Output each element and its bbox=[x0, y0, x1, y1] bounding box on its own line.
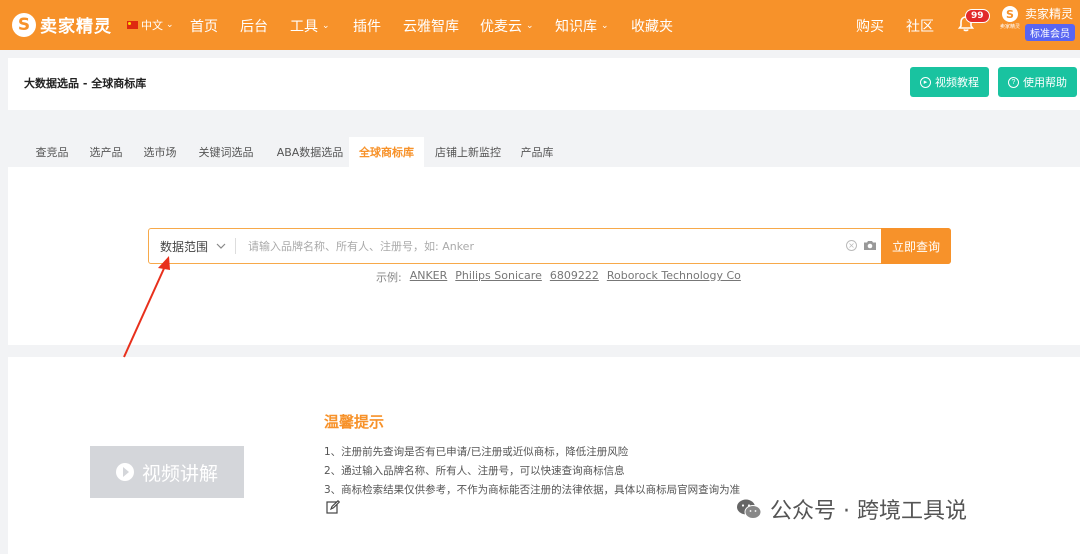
nav-knowledge-base-label: 知识库 bbox=[555, 19, 597, 35]
wechat-icon bbox=[737, 499, 762, 519]
help-circle-icon: ? bbox=[1008, 76, 1019, 88]
watermark: 公众号 · 跨境工具说 bbox=[736, 493, 967, 525]
tab-label: 关键词选品 bbox=[198, 146, 254, 159]
nav-backend[interactable]: 后台 bbox=[240, 16, 268, 36]
watermark-text: 公众号 · 跨境工具说 bbox=[770, 499, 967, 524]
edit-icon[interactable] bbox=[326, 500, 340, 514]
video-tutorial-button[interactable]: ▸ 视频教程 bbox=[910, 67, 989, 97]
nav-community-label: 社区 bbox=[906, 19, 934, 35]
nav-backend-label: 后台 bbox=[240, 19, 268, 35]
nav-favorites[interactable]: 收藏夹 bbox=[631, 16, 673, 36]
clear-icon[interactable]: × bbox=[846, 240, 857, 251]
notification-badge: 99 bbox=[965, 9, 990, 23]
video-explain-label: 视频讲解 bbox=[141, 463, 218, 485]
tab-keyword-selection[interactable]: 关键词选品 bbox=[190, 137, 262, 167]
tip-item: 1、注册前先查询是否有已申请/已注册或近似商标，降低注册风险 bbox=[324, 446, 629, 458]
nav-community[interactable]: 社区 bbox=[906, 16, 934, 36]
tab-label: 产品库 bbox=[520, 146, 554, 159]
tip-item: 3、商标检索结果仅供参考，不作为商标能否注册的法律依据，具体以商标局官网查询为准 bbox=[324, 484, 741, 496]
user-name: 卖家精灵 bbox=[1025, 7, 1074, 21]
search-panel: 数据范围 × 立即查询 示例: ANKER Philips Sonicare 6… bbox=[8, 167, 1080, 345]
nav-yunya-library[interactable]: 云雅智库 bbox=[403, 16, 459, 36]
nav-plugins-label: 插件 bbox=[353, 19, 381, 35]
nav-favorites-label: 收藏夹 bbox=[631, 19, 673, 35]
nav-tools[interactable]: 工具 ⌄ bbox=[290, 16, 330, 36]
trademark-search-input[interactable] bbox=[248, 235, 833, 257]
nav-youmaiyun[interactable]: 优麦云 ⌄ bbox=[480, 16, 534, 36]
tab-label: 选市场 bbox=[143, 146, 177, 159]
language-selector[interactable]: 中文 ⌄ bbox=[127, 17, 174, 33]
tab-find-competitors[interactable]: 查竞品 bbox=[28, 137, 76, 167]
brand-name: 卖家精灵 bbox=[40, 17, 112, 37]
nav-knowledge-base[interactable]: 知识库 ⌄ bbox=[555, 16, 609, 36]
help-label: 使用帮助 bbox=[1023, 77, 1067, 89]
chevron-down-icon bbox=[216, 243, 226, 249]
help-button[interactable]: ? 使用帮助 bbox=[998, 67, 1077, 97]
example-link[interactable]: Roborock Technology Co bbox=[607, 269, 741, 285]
tab-select-products[interactable]: 选产品 bbox=[82, 137, 130, 167]
nav-home-label: 首页 bbox=[190, 19, 218, 35]
search-box: 数据范围 × 立即查询 bbox=[148, 228, 951, 264]
user-menu[interactable]: S 卖家精灵 卖家精灵 标准会员 bbox=[1000, 6, 1075, 41]
tab-select-market[interactable]: 选市场 bbox=[136, 137, 184, 167]
tab-label: ABA数据选品 bbox=[276, 146, 344, 159]
page-header: 大数据选品 - 全球商标库 ▸ 视频教程 ? 使用帮助 bbox=[8, 58, 1080, 110]
nav-youmaiyun-label: 优麦云 bbox=[480, 19, 522, 35]
breadcrumb: 大数据选品 - 全球商标库 bbox=[24, 77, 147, 90]
tab-label: 全球商标库 bbox=[359, 146, 414, 159]
example-link[interactable]: 6809222 bbox=[550, 269, 599, 285]
nav-home[interactable]: 首页 bbox=[190, 16, 218, 36]
example-link[interactable]: Philips Sonicare bbox=[455, 269, 542, 285]
tips-title: 温馨提示 bbox=[324, 413, 385, 431]
user-logo-icon: S 卖家精灵 bbox=[1000, 6, 1021, 30]
tab-label: 店铺上新监控 bbox=[435, 146, 501, 159]
tab-bar: 查竞品 选产品 选市场 关键词选品 ABA数据选品 全球商标库 店铺上新监控 产… bbox=[8, 137, 1080, 167]
user-logo-caption: 卖家精灵 bbox=[1000, 24, 1021, 30]
nav-yunya-library-label: 云雅智库 bbox=[403, 19, 459, 35]
tip-item: 2、通过输入品牌名称、所有人、注册号，可以快速查询商标信息 bbox=[324, 465, 625, 477]
logo-icon: S bbox=[12, 12, 36, 37]
nav-buy[interactable]: 购买 bbox=[856, 16, 884, 36]
chevron-down-icon: ⌄ bbox=[322, 21, 330, 31]
camera-icon[interactable] bbox=[863, 240, 877, 251]
video-explain-button[interactable]: 视频讲解 bbox=[90, 446, 244, 498]
china-flag-icon bbox=[127, 21, 138, 29]
example-link[interactable]: ANKER bbox=[410, 269, 448, 285]
member-badge: 标准会员 bbox=[1025, 24, 1075, 41]
nav-plugins[interactable]: 插件 bbox=[353, 16, 381, 36]
data-scope-label: 数据范围 bbox=[160, 239, 209, 254]
search-button[interactable]: 立即查询 bbox=[881, 228, 951, 264]
chevron-down-icon: ⌄ bbox=[601, 21, 609, 31]
tab-store-monitor[interactable]: 店铺上新监控 bbox=[432, 137, 504, 167]
nav-tools-label: 工具 bbox=[290, 19, 318, 35]
tab-aba-data[interactable]: ABA数据选品 bbox=[270, 137, 350, 167]
chevron-down-icon: ⌄ bbox=[526, 21, 534, 31]
video-tutorial-label: 视频教程 bbox=[935, 77, 979, 89]
tab-label: 选产品 bbox=[89, 146, 123, 159]
data-scope-select[interactable]: 数据范围 bbox=[149, 229, 236, 263]
play-icon bbox=[115, 463, 134, 481]
top-navbar: S 卖家精灵 中文 ⌄ 首页 后台 工具 ⌄ 插件 云雅智库 优麦云 ⌄ 知识库 ⌄ … bbox=[0, 0, 1080, 50]
tab-label: 查竞品 bbox=[35, 146, 69, 159]
tab-product-library[interactable]: 产品库 bbox=[514, 137, 560, 167]
examples-label: 示例: bbox=[376, 271, 402, 284]
nav-buy-label: 购买 bbox=[856, 19, 884, 35]
language-label: 中文 bbox=[141, 19, 163, 32]
chevron-down-icon: ⌄ bbox=[166, 20, 174, 30]
play-circle-icon: ▸ bbox=[920, 76, 931, 88]
tab-global-trademark[interactable]: 全球商标库 bbox=[349, 137, 424, 167]
brand-logo[interactable]: S 卖家精灵 bbox=[12, 12, 112, 37]
search-examples: 示例: ANKER Philips Sonicare 6809222 Robor… bbox=[376, 269, 741, 285]
